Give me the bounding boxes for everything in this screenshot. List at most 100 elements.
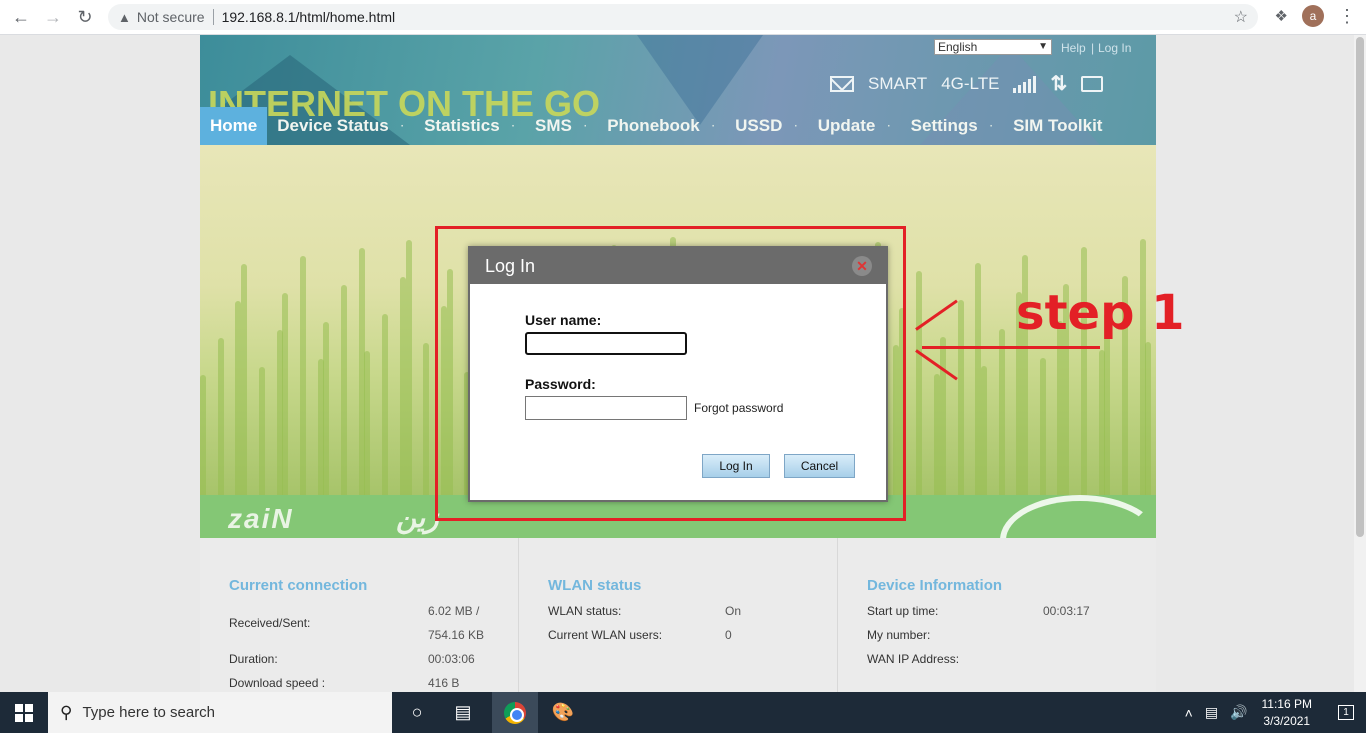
wheat-stalk [957, 300, 964, 495]
profile-avatar[interactable]: a [1302, 5, 1324, 27]
paint-app-icon[interactable]: 🎨 [540, 692, 586, 733]
clock-date: 3/3/2021 [1263, 713, 1311, 728]
wheat-stalk [939, 337, 946, 495]
help-link[interactable]: Help [1061, 41, 1086, 55]
dialog-title: Log In [485, 255, 536, 276]
duration-label: Duration: [229, 652, 278, 666]
menu-item-statistics[interactable]: Statistics · [414, 107, 525, 145]
notification-count: 1 [1338, 705, 1354, 720]
windows-start-icon[interactable] [0, 692, 48, 733]
menu-item-sms[interactable]: SMS · [525, 107, 597, 145]
main-menu: Home Device Status · Statistics · SMS · Phonebo… [200, 107, 1112, 145]
menu-item-settings[interactable]: Settings · [901, 107, 1003, 145]
wheat-stalk [341, 285, 347, 495]
banner-header: INTERNET ON THE GO English ▼ Help | Log … [200, 35, 1156, 145]
download-speed-label: Download speed : [229, 676, 326, 690]
wheat-stalk [405, 240, 412, 495]
omnibox-separator [212, 9, 214, 25]
chevron-up-icon[interactable]: ˄ [1185, 705, 1193, 721]
reload-icon[interactable]: ↻ [74, 6, 96, 28]
network-type: 4G-LTE [941, 73, 1000, 93]
forward-icon[interactable]: → [42, 6, 64, 28]
my-number-label: My number: [867, 628, 931, 642]
menu-separator: · [887, 120, 891, 132]
sent-value: 754.16 KB [428, 628, 485, 642]
volume-icon[interactable]: 🔊 [1230, 704, 1247, 721]
wheat-stalk [323, 322, 330, 495]
browser-actions: ❖ a ⋮ [1275, 5, 1356, 27]
menu-separator: · [400, 120, 405, 132]
back-icon[interactable]: ← [10, 6, 32, 28]
wheat-stalk [382, 314, 389, 495]
login-link[interactable]: Log In [1098, 41, 1131, 55]
menu-item-label: Statistics [424, 116, 500, 135]
dialog-header: Log In ✕ [470, 248, 886, 284]
wifi-device-icon [1081, 75, 1104, 92]
system-tray: ˄ ▤ 🔊 11:16 PM 3/3/2021 1 [1179, 692, 1366, 733]
device-information-panel: Device Information Start up time: 00:03:… [837, 538, 1155, 692]
menu-item-home[interactable]: Home [200, 107, 268, 145]
wheat-stalk [299, 256, 306, 495]
menu-item-label: Home [210, 116, 258, 135]
mail-icon[interactable] [830, 75, 854, 92]
task-view-icon[interactable]: ▤ [440, 692, 486, 733]
startup-time-value: 00:03:17 [1043, 604, 1090, 618]
password-input[interactable] [525, 396, 687, 420]
notification-icon[interactable]: 1 [1326, 692, 1366, 733]
language-select[interactable]: English ▼ [934, 39, 1052, 55]
close-icon[interactable]: ✕ [852, 256, 872, 276]
warning-icon[interactable]: ▲ [118, 10, 131, 25]
chrome-taskbar-icon[interactable] [492, 692, 538, 733]
clock-time: 11:16 PM [1261, 696, 1312, 711]
cancel-button[interactable]: Cancel [784, 454, 855, 478]
menu-item-label: Phonebook [607, 116, 700, 135]
menu-item-update[interactable]: Update · [808, 107, 901, 145]
network-icon[interactable]: ▤ [1205, 704, 1218, 721]
download-speed-value: 416 B [428, 676, 460, 690]
url-text[interactable]: 192.168.8.1/html/home.html [222, 9, 396, 25]
menu-item-sim-toolkit[interactable]: SIM Toolkit [1003, 107, 1112, 145]
scrollbar-thumb[interactable] [1356, 37, 1364, 537]
chrome-logo-icon [504, 701, 526, 724]
menu-item-device-status[interactable]: Device Status · [267, 107, 414, 145]
menu-item-label: SMS [535, 116, 572, 135]
taskbar-search[interactable]: ⚲ Type here to search [48, 692, 392, 733]
wheat-stalk [916, 271, 923, 495]
data-transfer-icon: ⇅ [1050, 73, 1068, 95]
wheat-stalk [364, 351, 371, 495]
forgot-password-link[interactable]: Forgot password [694, 401, 783, 415]
wheat-stalk [258, 367, 265, 495]
password-label: Password: [525, 376, 596, 392]
wlan-status-panel: WLAN status WLAN status: On Current WLAN… [518, 538, 836, 692]
panel-title: WLAN status [548, 577, 642, 594]
bookmark-star-icon[interactable]: ☆ [1234, 7, 1248, 27]
page-scrollbar[interactable] [1354, 35, 1366, 692]
address-bar[interactable]: ▲ Not secure 192.168.8.1/html/home.html … [108, 4, 1258, 30]
menu-item-ussd[interactable]: USSD · [725, 107, 808, 145]
menu-kebab-icon[interactable]: ⋮ [1338, 6, 1356, 27]
menu-item-phonebook[interactable]: Phonebook · [597, 107, 725, 145]
current-connection-panel: Current connection Received/Sent: 6.02 M… [200, 538, 518, 692]
info-section: Current connection Received/Sent: 6.02 M… [200, 538, 1156, 692]
wan-ip-label: WAN IP Address: [867, 652, 960, 666]
received-sent-label: Received/Sent: [229, 616, 311, 630]
link-separator: | [1091, 41, 1095, 55]
zain-arabic-logo: زين [396, 502, 439, 533]
security-label[interactable]: Not secure [137, 9, 205, 25]
operator-name: SMART [868, 73, 928, 93]
cortana-icon[interactable]: ○ [394, 692, 440, 733]
wheat-stalk [399, 277, 406, 495]
wlan-status-value: On [725, 604, 742, 618]
menu-item-label: Update [817, 116, 876, 135]
wheat-stalk [998, 329, 1005, 495]
signal-strength-icon [1013, 75, 1037, 93]
extensions-icon[interactable]: ❖ [1275, 7, 1288, 25]
wheat-stalk [423, 343, 430, 495]
panel-title: Device Information [867, 577, 1003, 594]
taskbar-clock[interactable]: 11:16 PM 3/3/2021 [1262, 696, 1312, 730]
username-input[interactable] [525, 332, 687, 355]
wheat-stalk [282, 293, 289, 495]
zain-logo: zaiN [228, 503, 294, 534]
login-button[interactable]: Log In [702, 454, 770, 478]
menu-item-label: SIM Toolkit [1013, 116, 1103, 135]
